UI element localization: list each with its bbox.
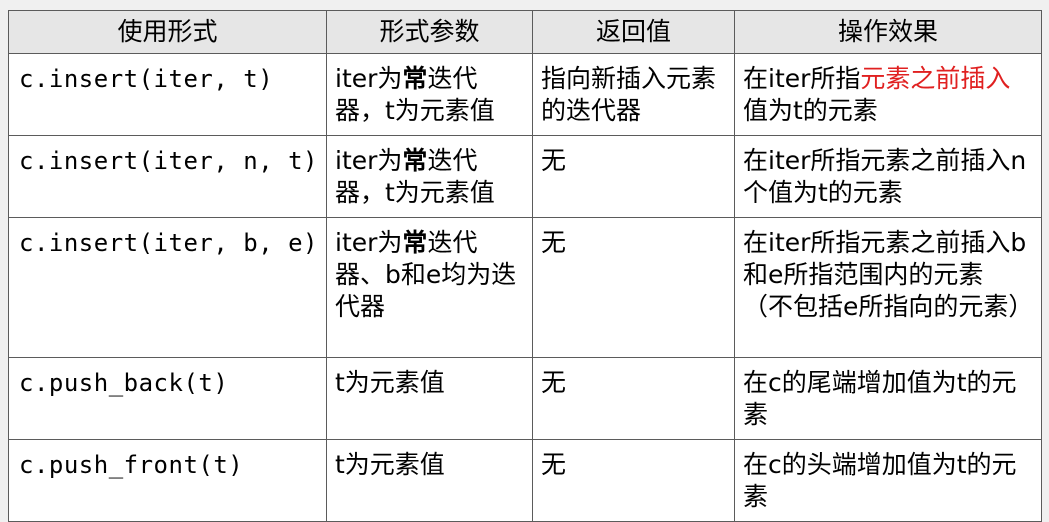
- return-cell: 指向新插入元素的迭代器: [532, 53, 735, 136]
- params-cell: iter为常迭代器，t为元素值: [326, 135, 533, 218]
- params-cell: iter为常迭代器、b和e均为迭代器: [326, 217, 533, 358]
- effect-cell: 在c的尾端增加值为t的元素: [734, 357, 1042, 440]
- header-usage: 使用形式: [8, 10, 327, 54]
- const-emphasis: 常: [402, 64, 428, 93]
- table-row: c.push_front(t) t为元素值 无 在c的头端增加值为t的元素: [8, 439, 1042, 522]
- usage-cell: c.insert(iter, b, e): [8, 217, 327, 358]
- header-params: 形式参数: [326, 10, 533, 54]
- usage-cell: c.insert(iter, t): [8, 53, 327, 136]
- return-cell: 无: [532, 217, 735, 358]
- effect-cell: 在iter所指元素之前插入b和e所指范围内的元素（不包括e所指向的元素）: [734, 217, 1042, 358]
- header-effect: 操作效果: [734, 10, 1042, 54]
- usage-cell: c.push_back(t): [8, 357, 327, 440]
- table-row: c.push_back(t) t为元素值 无 在c的尾端增加值为t的元素: [8, 357, 1042, 440]
- container-operations-table: 使用形式 形式参数 返回值 操作效果 c.insert(iter, t) ite…: [8, 10, 1042, 522]
- usage-cell: c.push_front(t): [8, 439, 327, 522]
- highlight-text: 元素之前插入: [860, 64, 1011, 93]
- const-emphasis: 常: [402, 228, 428, 257]
- table-row: c.insert(iter, t) iter为常迭代器，t为元素值 指向新插入元…: [8, 53, 1042, 136]
- table-row: c.insert(iter, n, t) iter为常迭代器，t为元素值 无 在…: [8, 135, 1042, 218]
- header-return: 返回值: [532, 10, 735, 54]
- effect-cell: 在iter所指元素之前插入值为t的元素: [734, 53, 1042, 136]
- table-header-row: 使用形式 形式参数 返回值 操作效果: [8, 10, 1042, 54]
- return-cell: 无: [532, 357, 735, 440]
- return-cell: 无: [532, 135, 735, 218]
- params-cell: t为元素值: [326, 357, 533, 440]
- params-cell: t为元素值: [326, 439, 533, 522]
- table-row: c.insert(iter, b, e) iter为常迭代器、b和e均为迭代器 …: [8, 217, 1042, 358]
- effect-cell: 在c的头端增加值为t的元素: [734, 439, 1042, 522]
- params-cell: iter为常迭代器，t为元素值: [326, 53, 533, 136]
- usage-cell: c.insert(iter, n, t): [8, 135, 327, 218]
- return-cell: 无: [532, 439, 735, 522]
- const-emphasis: 常: [402, 146, 428, 175]
- effect-cell: 在iter所指元素之前插入n个值为t的元素: [734, 135, 1042, 218]
